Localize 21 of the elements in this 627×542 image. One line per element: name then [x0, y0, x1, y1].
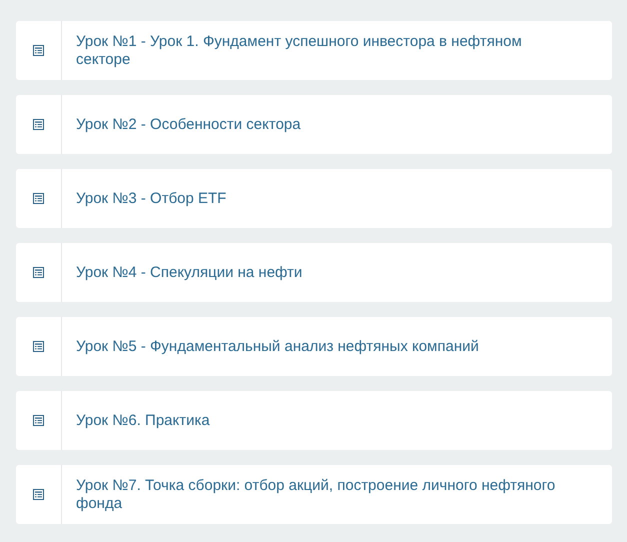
lesson-title: Урок №4 - Спекуляции на нефти — [76, 264, 302, 282]
lesson-card[interactable]: Урок №5 - Фундаментальный анализ нефтяных компаний — [16, 317, 612, 376]
list-icon — [33, 267, 44, 278]
list-icon — [33, 193, 44, 204]
lesson-title: Урок №3 - Отбор ETF — [76, 190, 226, 208]
lesson-title: Урок №1 - Урок 1. Фундамент успешного инвестора в нефтяном секторе — [76, 32, 523, 68]
lesson-title: Урок №5 - Фундаментальный анализ нефтяных компаний — [76, 338, 479, 356]
list-icon — [33, 341, 44, 352]
lesson-card[interactable]: Урок №7. Точка сборки: отбор акций, построение личного нефтяного фонда — [16, 465, 612, 524]
lesson-card[interactable]: Урок №6. Практика — [16, 391, 612, 450]
list-icon — [33, 45, 44, 56]
list-icon — [33, 489, 44, 500]
lesson-card[interactable]: Урок №1 - Урок 1. Фундамент успешного инвестора в нефтяном секторе — [16, 21, 612, 80]
lesson-card[interactable]: Урок №4 - Спекуляции на нефти — [16, 243, 612, 302]
lesson-card[interactable]: Урок №2 - Особенности сектора — [16, 95, 612, 154]
lesson-card[interactable]: Урок №3 - Отбор ETF — [16, 169, 612, 228]
lesson-title: Урок №2 - Особенности сектора — [76, 116, 301, 134]
list-icon — [33, 415, 44, 426]
list-icon — [33, 119, 44, 130]
lesson-title: Урок №6. Практика — [76, 412, 210, 430]
lesson-title: Урок №7. Точка сборки: отбор акций, построение личного нефтяного фонда — [76, 476, 556, 512]
